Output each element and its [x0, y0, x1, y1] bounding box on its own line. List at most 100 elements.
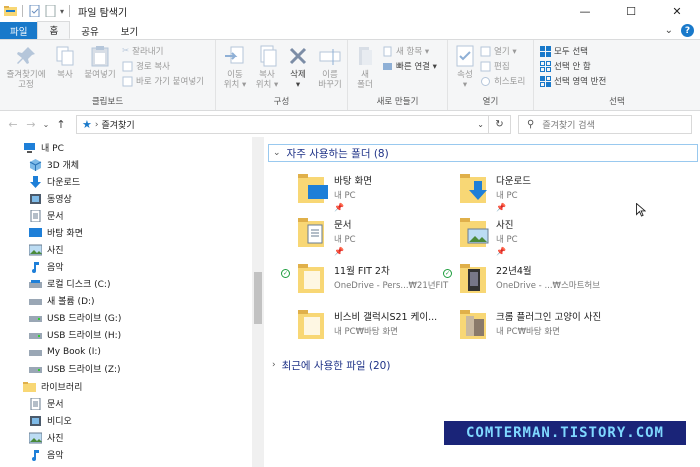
open-button[interactable]: 열기 ▾ — [480, 45, 517, 57]
download-icon — [30, 175, 41, 188]
folder-name: 11월 FIT 2차 — [334, 266, 390, 277]
select-none-button[interactable]: 선택 안 함 — [540, 60, 591, 72]
folder-tile-galaxy-case[interactable]: 비스비 갤럭시S21 케이... 내 PC₩바탕 화면 — [298, 307, 458, 347]
delete-button[interactable]: 삭제 ▾ — [284, 44, 312, 90]
address-dropdown-chevron-icon[interactable]: ⌄ — [477, 120, 484, 129]
desktop-icon — [29, 227, 42, 237]
folder-tile-desktop[interactable]: 바탕 화면 내 PC 📌 — [298, 171, 458, 212]
documents-folder-icon — [298, 218, 324, 247]
recent-files-header[interactable]: › 최근에 사용한 파일 (20) — [268, 356, 390, 374]
tab-file[interactable]: 파일 — [0, 22, 38, 39]
sidebar-item-music[interactable]: 음악 — [29, 258, 64, 275]
clipboard-group: 즐겨찾기에 고정 복사 붙여넣기 ✂ 잘라내기 경로 복사 바로 가기 붙여넣기 … — [0, 40, 216, 110]
downloads-folder-icon — [460, 174, 487, 203]
sidebar-item-label: 문서 — [47, 212, 64, 222]
folder-tile-cat-photos[interactable]: 크롬 플러그인 고양이 사진 내 PC₩바탕 화면 — [460, 307, 620, 347]
rename-button[interactable]: 이름 바꾸기 — [314, 44, 346, 90]
folder-tile-documents[interactable]: 문서 내 PC 📌 — [298, 215, 458, 256]
breadcrumb-quick-access[interactable]: 즐겨찾기 — [101, 118, 134, 131]
select-none-icon — [540, 60, 551, 72]
folder-name: 문서 — [334, 220, 352, 231]
chevron-right-icon: › — [272, 360, 276, 370]
folder-tile-fit[interactable]: ✓ 11월 FIT 2차 OneDrive - Pers...₩21년FIT — [281, 261, 458, 301]
content-pane: ⌄ 자주 사용하는 폴더 (8) 바탕 화면 내 PC 📌 다운로드 내 PC 📌 문서… — [264, 137, 700, 467]
tab-share[interactable]: 공유 — [70, 22, 109, 39]
sidebar-item-lib-pictures[interactable]: 사진 — [29, 429, 64, 446]
sidebar-item-label: 동영상 — [47, 195, 72, 205]
copy-button[interactable]: 복사 — [50, 44, 80, 80]
sidebar-item-usb-z[interactable]: USB 드라이브 (Z:) — [29, 360, 121, 377]
sidebar-item-lib-videos[interactable]: 비디오 — [29, 412, 72, 429]
sidebar-scrollbar[interactable] — [252, 137, 264, 467]
folder-app-icon — [4, 6, 17, 16]
tab-home[interactable]: 홈 — [37, 21, 71, 39]
history-button[interactable]: 히스토리 — [480, 75, 525, 87]
minimize-button[interactable]: — — [562, 0, 608, 22]
open-label: 열기 ▾ — [494, 47, 517, 57]
new-folder-button[interactable]: 새 폴더 — [352, 44, 378, 90]
invert-selection-button[interactable]: 선택 영역 반전 — [540, 75, 606, 87]
new-group: 새 폴더 새 항목 ▾ 빠른 연결 ▾ 새로 만들기 — [348, 40, 448, 110]
move-to-button[interactable]: 이동 위치 ▾ — [220, 44, 250, 90]
folder-location: 내 PC — [334, 191, 356, 201]
sidebar-item-libraries[interactable]: 라이브러리 — [23, 378, 82, 395]
copy-to-button[interactable]: 복사 위치 ▾ — [252, 44, 282, 90]
properties-icon[interactable] — [28, 5, 41, 17]
help-icon[interactable]: ? — [681, 24, 694, 37]
up-arrow-icon[interactable]: ↑ — [52, 118, 70, 131]
pin-to-quick-access-button[interactable]: 즐겨찾기에 고정 — [4, 44, 48, 90]
video-icon — [30, 193, 41, 204]
select-all-button[interactable]: 모두 선택 — [540, 45, 588, 57]
sidebar-item-this-pc[interactable]: 내 PC — [23, 139, 64, 156]
folder-tile-pictures[interactable]: 사진 내 PC 📌 — [460, 215, 620, 256]
close-button[interactable]: ✕ — [654, 0, 700, 22]
folder-tile-downloads[interactable]: 다운로드 내 PC 📌 — [460, 171, 620, 212]
paste-shortcut-button[interactable]: 바로 가기 붙여넣기 — [122, 75, 204, 87]
sidebar-item-usb-g[interactable]: USB 드라이브 (G:) — [29, 309, 121, 326]
sidebar-item-lib-documents[interactable]: 문서 — [29, 395, 64, 412]
sidebar-item-videos[interactable]: 동영상 — [29, 190, 72, 207]
folder-tile-22-april[interactable]: ✓ 22년4월 OneDrive - ...₩스마트허브 — [443, 261, 620, 301]
sidebar-item-3d-objects[interactable]: 3D 개체 — [29, 156, 79, 173]
sidebar-item-label: 문서 — [47, 400, 64, 410]
back-arrow-icon[interactable]: ← — [4, 118, 22, 131]
sidebar-item-usb-h[interactable]: USB 드라이브 (H:) — [29, 326, 121, 343]
cube-icon — [29, 158, 42, 171]
chevron-down-icon: ⌄ — [273, 148, 281, 158]
collapse-ribbon-chevron-icon[interactable]: ⌄ — [665, 25, 673, 36]
maximize-button[interactable]: ☐ — [608, 0, 654, 22]
new-item-button[interactable]: 새 항목 ▾ — [382, 45, 429, 57]
paste-button[interactable]: 붙여넣기 — [80, 44, 120, 80]
sidebar-item-my-book-i[interactable]: My Book (I:) — [29, 343, 101, 360]
properties-check-icon — [456, 45, 474, 67]
properties-button[interactable]: 속성 ▾ — [452, 44, 478, 90]
sync-check-icon: ✓ — [281, 269, 290, 278]
refresh-icon[interactable]: ↻ — [488, 116, 510, 133]
sync-check-icon: ✓ — [443, 269, 452, 278]
star-icon: ★ — [82, 118, 92, 131]
sidebar-scroll-thumb[interactable] — [254, 272, 262, 324]
tab-view[interactable]: 보기 — [110, 22, 149, 39]
copy-path-button[interactable]: 경로 복사 — [122, 60, 170, 72]
recent-locations-chevron-icon[interactable]: ⌄ — [40, 120, 52, 129]
sidebar-item-label: 새 볼륨 (D:) — [47, 297, 95, 307]
sidebar-item-downloads[interactable]: 다운로드 — [29, 173, 80, 190]
sidebar-item-volume-d[interactable]: 새 볼륨 (D:) — [29, 292, 95, 309]
folder-location: OneDrive - Pers...₩21년FIT — [334, 281, 449, 291]
forward-arrow-icon[interactable]: → — [22, 118, 40, 131]
new-folder-icon[interactable] — [44, 5, 57, 17]
sidebar-item-local-disk-c[interactable]: 로컬 디스크 (C:) — [29, 275, 110, 292]
address-bar[interactable]: ★ › 즐겨찾기 ⌄ ↻ — [76, 115, 511, 134]
search-input[interactable]: ⚲ 즐겨찾기 검색 — [518, 115, 692, 134]
customize-qa-chevron-icon[interactable]: ▾ — [60, 7, 64, 16]
cut-button[interactable]: ✂ 잘라내기 — [122, 45, 163, 57]
folder-name: 비스비 갤럭시S21 케이... — [334, 312, 438, 323]
sidebar-item-documents[interactable]: 문서 — [29, 207, 64, 224]
sidebar-item-desktop[interactable]: 바탕 화면 — [29, 224, 83, 241]
sidebar-item-pictures[interactable]: 사진 — [29, 241, 64, 258]
easy-access-button[interactable]: 빠른 연결 ▾ — [382, 60, 437, 72]
sidebar-item-lib-music[interactable]: 음악 — [29, 446, 64, 463]
watermark-banner: COMTERMAN.TISTORY.COM — [444, 421, 686, 445]
edit-button[interactable]: 편집 — [480, 60, 510, 72]
frequent-folders-header[interactable]: ⌄ 자주 사용하는 폴더 (8) — [268, 144, 698, 162]
